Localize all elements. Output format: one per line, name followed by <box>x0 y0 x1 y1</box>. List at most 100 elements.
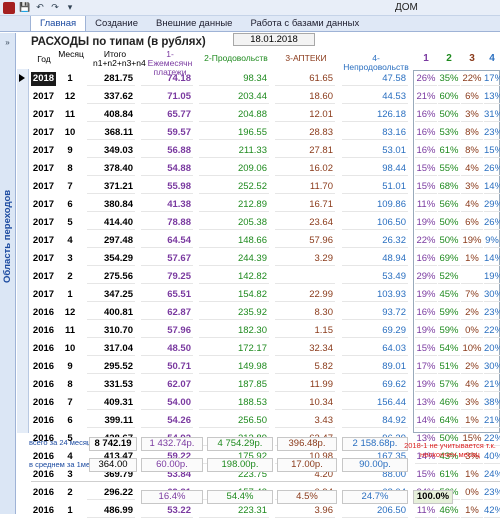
pct-2-field[interactable]: 59% <box>438 324 460 338</box>
pct-4-field[interactable]: 14% <box>484 180 500 194</box>
pct-2-field[interactable]: 51% <box>438 360 460 374</box>
year-field[interactable]: 2017 <box>31 234 56 248</box>
pct-4-field[interactable]: 38% <box>484 396 500 410</box>
pct-1-field[interactable]: 13% <box>415 396 437 410</box>
total-field[interactable]: 349.03 <box>87 144 135 158</box>
month-field[interactable]: 3 <box>61 252 79 266</box>
year-field[interactable]: 2017 <box>31 108 56 122</box>
month-field[interactable]: 2 <box>61 270 79 284</box>
monthly-payments-field[interactable]: 78.88 <box>141 216 193 230</box>
tab-create[interactable]: Создание <box>86 16 147 31</box>
pct-4-field[interactable]: 29% <box>484 198 500 212</box>
tab-database-tools[interactable]: Работа с базами данных <box>241 16 368 31</box>
pct-2-field[interactable]: 59% <box>438 306 460 320</box>
pct-1-field[interactable]: 15% <box>415 180 437 194</box>
month-field[interactable]: 8 <box>61 162 79 176</box>
pct-1-field[interactable]: 16% <box>415 126 437 140</box>
pct-4-field[interactable]: 20% <box>484 342 500 356</box>
month-field[interactable]: 7 <box>61 396 79 410</box>
access-app-icon[interactable] <box>3 1 15 14</box>
month-field[interactable]: 11 <box>61 324 79 338</box>
total-field[interactable]: 408.84 <box>87 108 135 122</box>
year-field[interactable]: 2016 <box>31 396 56 410</box>
monthly-payments-field[interactable]: 74.18 <box>141 72 193 86</box>
pct-2-field[interactable]: 61% <box>438 144 460 158</box>
table-row[interactable]: 2017 10 368.11 59.57 196.55 28.83 83.16 16% 53% 8… <box>17 123 500 141</box>
pct-2-field[interactable]: 53% <box>438 126 460 140</box>
pharmacy-field[interactable]: 11.99 <box>275 378 335 392</box>
total-field[interactable]: 380.84 <box>87 198 135 212</box>
year-field[interactable]: 2016 <box>31 324 56 338</box>
pct-1-field[interactable]: 16% <box>415 306 437 320</box>
pct-3-field[interactable]: 6% <box>461 216 483 230</box>
table-row[interactable]: 2017 3 354.29 57.67 244.39 3.29 48.94 16% 69% 1% 1… <box>17 249 500 267</box>
monthly-payments-field[interactable]: 54.26 <box>141 414 193 428</box>
total-field[interactable]: 317.04 <box>87 342 135 356</box>
pct-3-field[interactable]: 1% <box>461 252 483 266</box>
food-field[interactable]: 205.38 <box>199 216 269 230</box>
pct-3-field[interactable]: 4% <box>461 162 483 176</box>
year-field[interactable]: 2016 <box>31 414 56 428</box>
pct-1-field[interactable]: 11% <box>415 198 437 212</box>
nonfood-field[interactable]: 156.44 <box>342 396 408 410</box>
pct-4-field[interactable]: 21% <box>484 378 500 392</box>
pct-3-field[interactable]: 6% <box>461 90 483 104</box>
food-field[interactable]: 211.33 <box>199 144 269 158</box>
table-row[interactable]: 2017 8 378.40 54.88 209.06 16.02 98.44 15% 55% 4%… <box>17 159 500 177</box>
pharmacy-field[interactable]: 16.71 <box>275 198 335 212</box>
pct-1-field[interactable]: 19% <box>415 216 437 230</box>
pct-3-field[interactable]: 4% <box>461 198 483 212</box>
pct-2-field[interactable]: 50% <box>438 234 460 248</box>
table-row[interactable]: 2016 10 317.04 48.50 172.17 32.34 64.03 15% 54% 1… <box>17 339 500 357</box>
monthly-payments-field[interactable]: 65.51 <box>141 288 193 302</box>
pct-3-field[interactable]: 7% <box>461 288 483 302</box>
table-row[interactable]: 2017 6 380.84 41.38 212.89 16.71 109.86 11% 56% 4… <box>17 195 500 213</box>
pct-3-field[interactable]: 3% <box>461 180 483 194</box>
nav-expand-icon[interactable]: » <box>0 33 15 51</box>
table-row[interactable]: 2016 6 399.11 54.26 256.50 3.43 84.92 14% 64% 1% 2… <box>17 411 500 429</box>
total-field[interactable]: 347.25 <box>87 288 135 302</box>
year-field[interactable]: 2016 <box>31 360 56 374</box>
pct-1-field[interactable]: 29% <box>415 270 437 284</box>
food-field[interactable]: 212.89 <box>199 198 269 212</box>
table-row[interactable]: 2017 1 347.25 65.51 154.82 22.99 103.93 19% 45% 7… <box>17 285 500 303</box>
pct-2-field[interactable]: 68% <box>438 180 460 194</box>
pct-1-field[interactable]: 22% <box>415 234 437 248</box>
food-field[interactable]: 154.82 <box>199 288 269 302</box>
food-field[interactable]: 204.88 <box>199 108 269 122</box>
pct-1-field[interactable]: 26% <box>415 72 437 86</box>
pharmacy-field[interactable]: 18.60 <box>275 90 335 104</box>
year-field[interactable]: 2017 <box>31 180 56 194</box>
pct-3-field[interactable] <box>461 270 483 284</box>
table-row[interactable]: 2016 7 409.31 54.00 188.53 10.34 156.44 13% 46% 3… <box>17 393 500 411</box>
pct-4-field[interactable]: 17% <box>484 72 500 86</box>
table-row[interactable]: 2017 4 297.48 64.54 148.66 57.96 26.32 22% 50% 19… <box>17 231 500 249</box>
food-field[interactable]: 244.39 <box>199 252 269 266</box>
year-field[interactable]: 2017 <box>31 162 56 176</box>
nonfood-field[interactable]: 69.29 <box>342 324 408 338</box>
pct-2-field[interactable]: 60% <box>438 90 460 104</box>
monthly-payments-field[interactable]: 57.67 <box>141 252 193 266</box>
monthly-payments-field[interactable]: 54.88 <box>141 162 193 176</box>
year-field[interactable]: 2017 <box>31 270 56 284</box>
total-field[interactable]: 371.21 <box>87 180 135 194</box>
pct-4-field[interactable]: 9% <box>484 234 500 248</box>
pct-4-field[interactable]: 14% <box>484 252 500 266</box>
pct-3-field[interactable]: 22% <box>461 72 483 86</box>
pharmacy-field[interactable]: 3.43 <box>275 414 335 428</box>
total-field[interactable]: 414.40 <box>87 216 135 230</box>
nonfood-field[interactable]: 51.01 <box>342 180 408 194</box>
nonfood-field[interactable]: 53.49 <box>342 270 408 284</box>
food-field[interactable]: 256.50 <box>199 414 269 428</box>
pct-3-field[interactable]: 10% <box>461 342 483 356</box>
month-field[interactable]: 12 <box>61 90 79 104</box>
monthly-payments-field[interactable]: 62.87 <box>141 306 193 320</box>
food-field[interactable]: 149.98 <box>199 360 269 374</box>
pharmacy-field[interactable]: 16.02 <box>275 162 335 176</box>
food-field[interactable]: 196.55 <box>199 126 269 140</box>
food-field[interactable]: 209.06 <box>199 162 269 176</box>
total-field[interactable]: 297.48 <box>87 234 135 248</box>
pharmacy-field[interactable]: 27.81 <box>275 144 335 158</box>
pharmacy-field[interactable]: 11.70 <box>275 180 335 194</box>
pct-3-field[interactable]: 2% <box>461 360 483 374</box>
